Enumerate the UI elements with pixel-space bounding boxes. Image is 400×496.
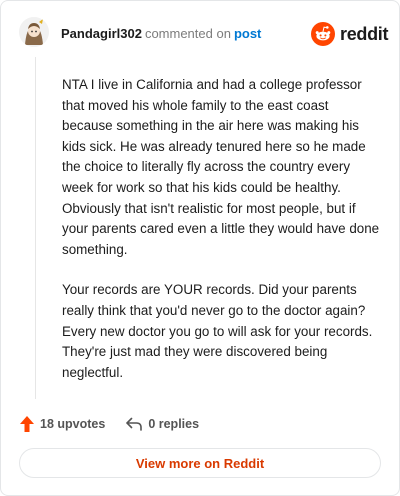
avatar[interactable] — [19, 17, 49, 47]
action-text: commented on — [144, 26, 231, 41]
reply-count: 0 replies — [148, 417, 200, 431]
upvote-button[interactable]: 18 upvotes — [19, 415, 105, 433]
reddit-logo[interactable]: reddit — [311, 22, 389, 46]
upvote-arrow-icon — [20, 416, 34, 432]
reddit-comment-embed: Pandagirl302 commented on post reddit NTA … — [0, 0, 400, 496]
comment-body: NTA I live in California and had a colle… — [62, 75, 380, 403]
comment-header: Pandagirl302 commented on post — [61, 26, 261, 42]
reddit-snoo-icon — [311, 22, 335, 46]
user-avatar-icon — [19, 17, 49, 47]
replies-button[interactable]: 0 replies — [125, 416, 199, 432]
comment-paragraph: Your records are YOUR records. Did your … — [62, 282, 373, 380]
comment-paragraph: NTA I live in California and had a colle… — [62, 77, 380, 257]
thread-line — [35, 57, 36, 399]
post-link[interactable]: post — [234, 26, 261, 41]
reddit-wordmark: reddit — [340, 23, 389, 44]
username-link[interactable]: Pandagirl302 — [61, 26, 142, 41]
reply-arrow-icon — [126, 417, 143, 431]
view-more-button[interactable]: View more on Reddit — [19, 448, 381, 478]
upvote-count: 18 upvotes — [40, 417, 106, 431]
comment-footer: 18 upvotes 0 replies — [19, 413, 199, 435]
